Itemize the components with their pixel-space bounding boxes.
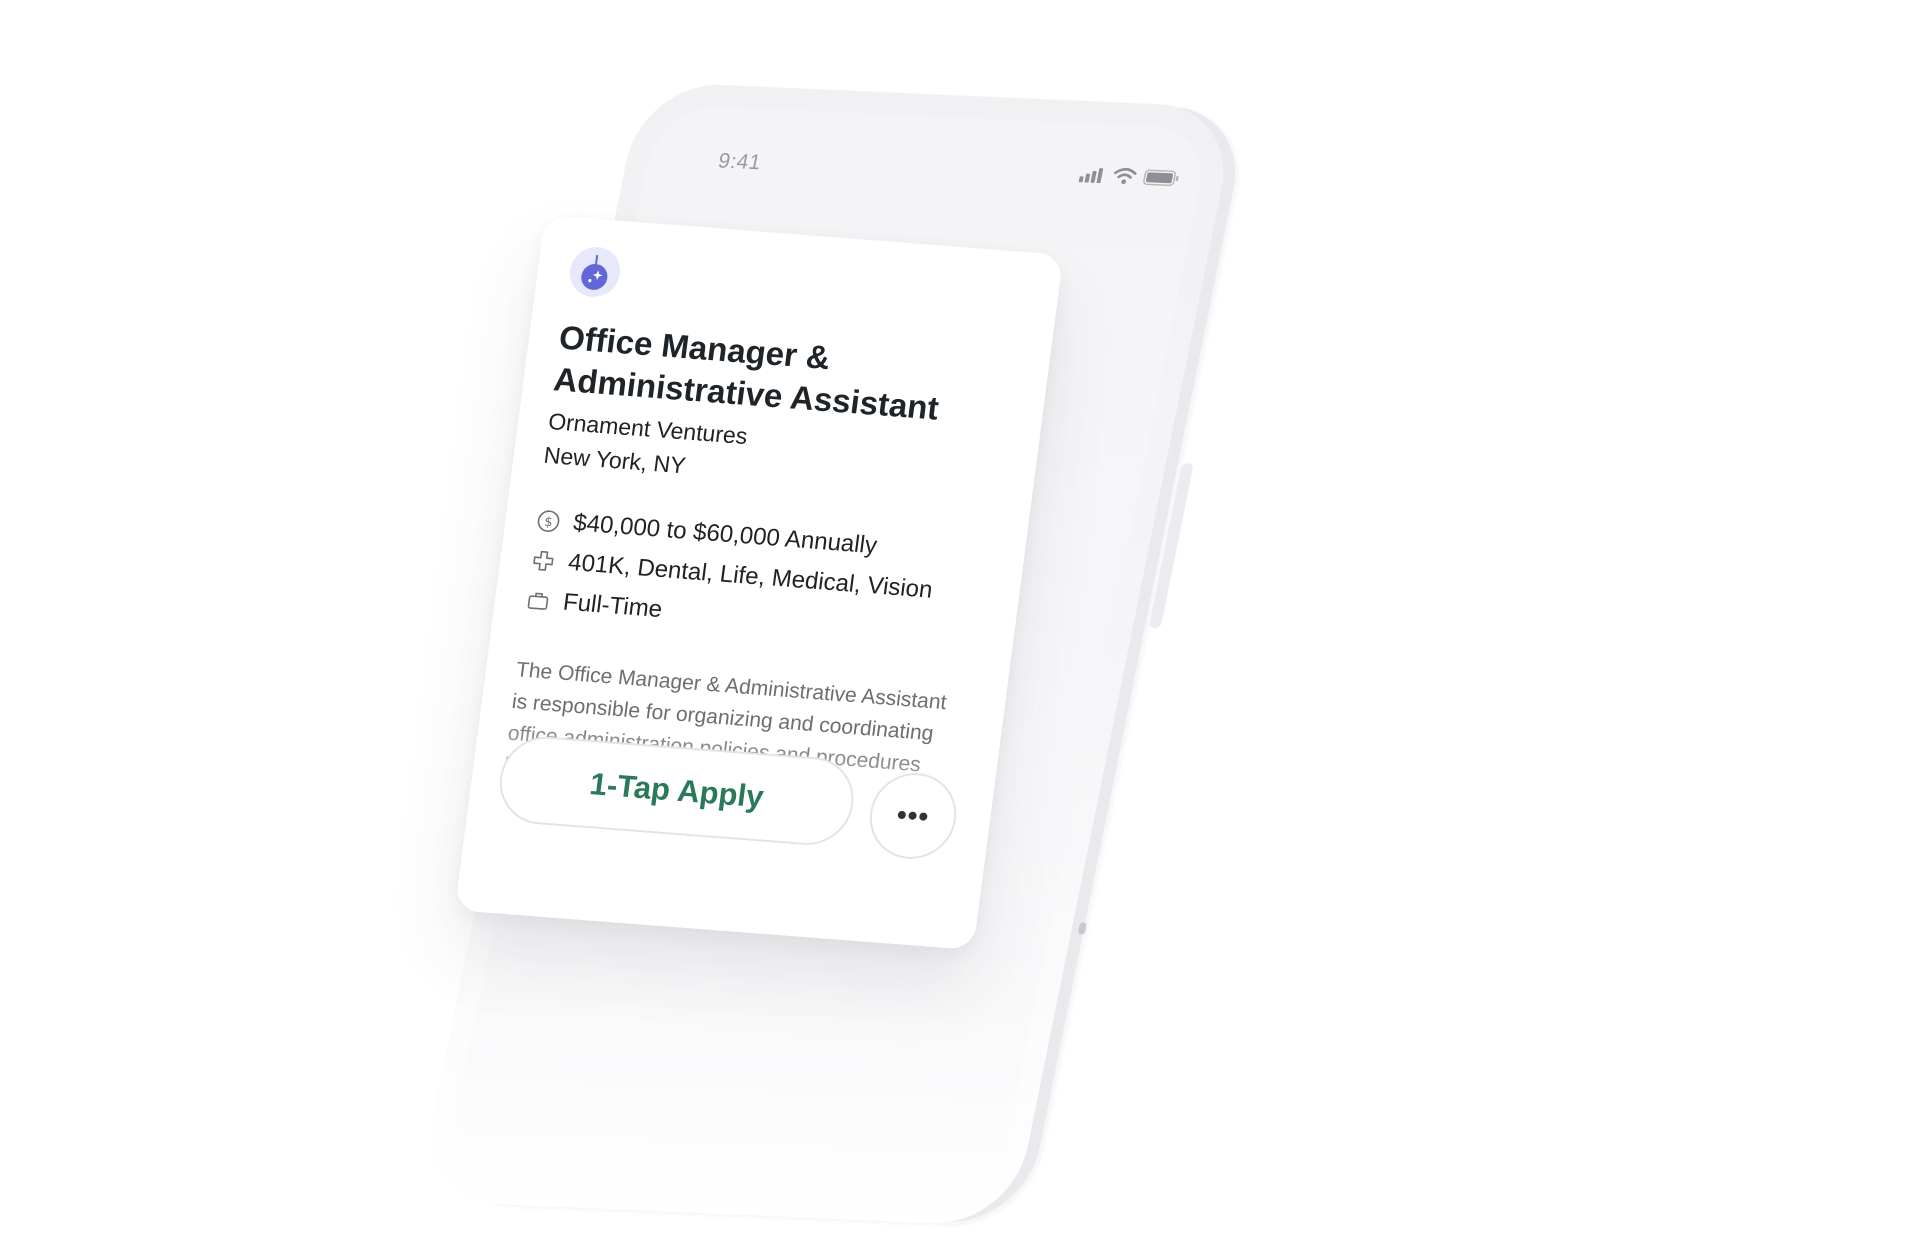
dollar-icon: $ bbox=[534, 507, 563, 535]
health-cross-icon bbox=[529, 547, 558, 575]
job-card-wrapper: Office Manager & Administrative Assistan… bbox=[449, 215, 1083, 996]
phone-side-button bbox=[1148, 463, 1194, 629]
employment-type-text: Full-Time bbox=[561, 588, 664, 624]
app-stage: 9:41 Office Manager & Administrative Ass… bbox=[0, 0, 1920, 1244]
signal-icon bbox=[1077, 166, 1107, 188]
svg-text:$: $ bbox=[543, 515, 553, 531]
status-time: 9:41 bbox=[716, 149, 764, 175]
phone-side-port bbox=[1077, 922, 1088, 935]
battery-icon bbox=[1141, 168, 1181, 193]
wifi-icon bbox=[1110, 167, 1138, 191]
company-logo-icon bbox=[566, 245, 624, 299]
briefcase-icon bbox=[524, 587, 553, 615]
status-icons bbox=[1077, 165, 1181, 192]
job-card[interactable]: Office Manager & Administrative Assistan… bbox=[454, 215, 1064, 951]
job-facts: $ $40,000 to $60,000 Annually 401K, Dent… bbox=[523, 500, 1007, 655]
